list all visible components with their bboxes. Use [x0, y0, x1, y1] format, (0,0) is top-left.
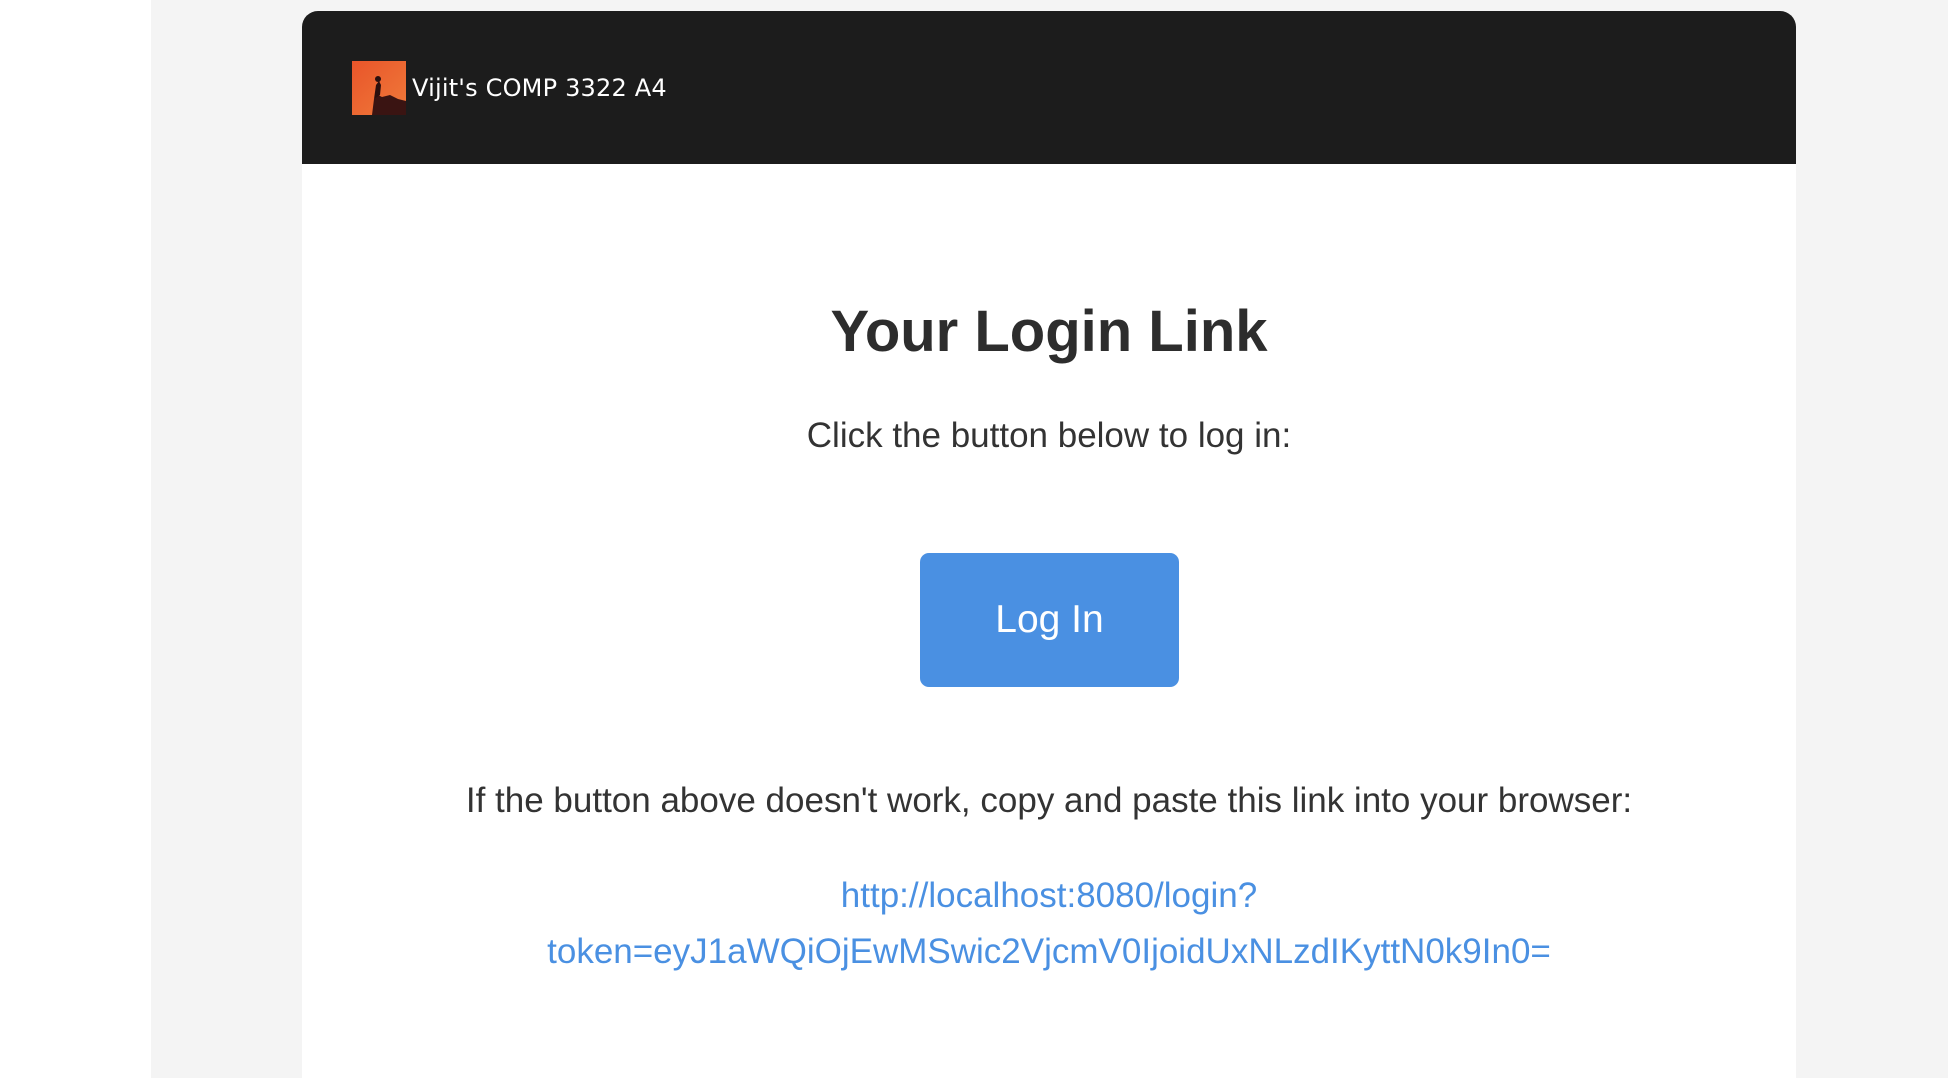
- login-url-link[interactable]: http://localhost:8080/login? token=eyJ1a…: [502, 868, 1596, 980]
- log-in-button[interactable]: Log In: [920, 553, 1179, 687]
- login-url-line-2: token=eyJ1aWQiOjEwMSwic2VjcmV0IjoidUxNLz…: [547, 932, 1551, 971]
- fallback-instruction: If the button above doesn't work, copy a…: [465, 781, 1633, 820]
- email-header: Vijit's COMP 3322 A4: [302, 11, 1796, 164]
- email-card: Vijit's COMP 3322 A4 Your Login Link Cli…: [302, 11, 1796, 1078]
- brand-name: Vijit's COMP 3322 A4: [412, 74, 667, 102]
- brand-link[interactable]: Vijit's COMP 3322 A4: [352, 61, 667, 115]
- brand-logo-icon: [352, 61, 406, 115]
- login-url-line-1: http://localhost:8080/login?: [840, 876, 1258, 915]
- login-instruction: Click the button below to log in:: [806, 416, 1292, 455]
- page-title: Your Login Link: [830, 299, 1268, 364]
